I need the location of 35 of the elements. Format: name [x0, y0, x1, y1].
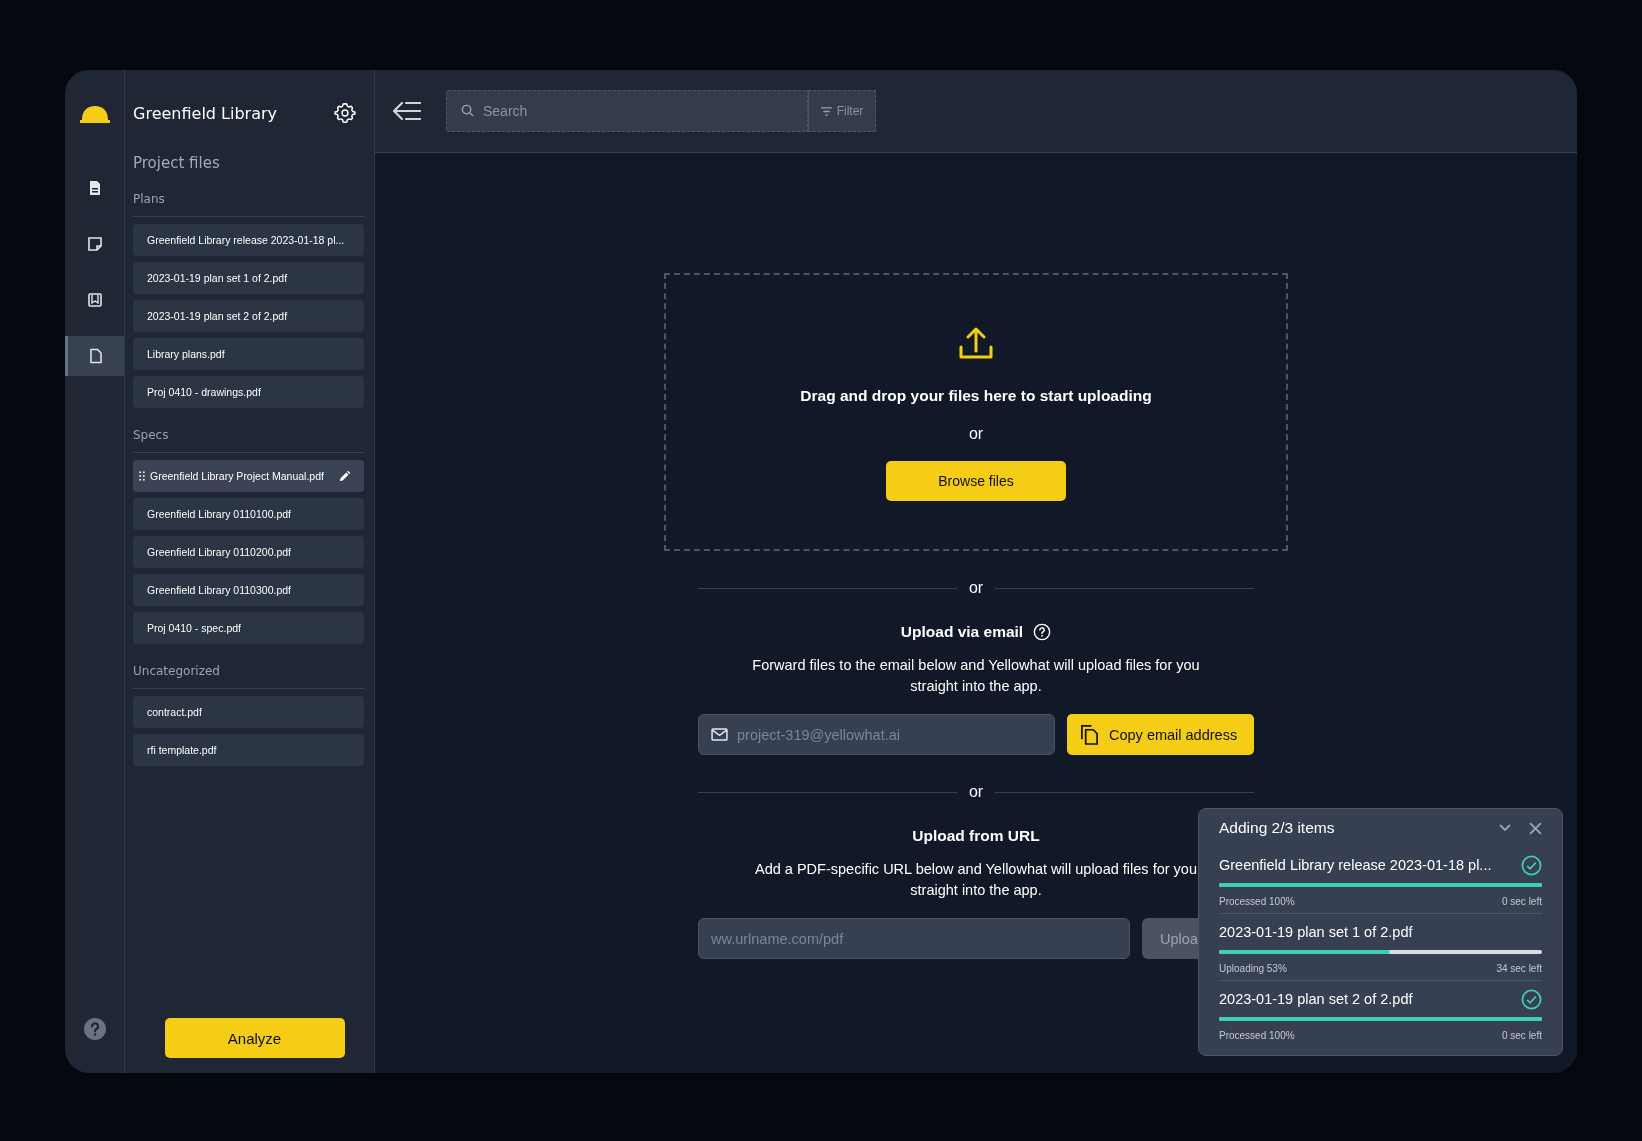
file-name: Proj 0410 - spec.pdf — [147, 622, 242, 634]
file-name: 2023-01-19 plan set 1 of 2.pdf — [147, 272, 289, 284]
or-separator: or — [968, 579, 984, 597]
file-name: Library plans.pdf — [147, 348, 226, 360]
group-title: Specs — [133, 428, 364, 453]
file-name: Greenfield Library Project Manual.pdf — [150, 470, 325, 482]
status-text: Processed 100% — [1219, 896, 1295, 907]
file-name: Greenfield Library 0110100.pdf — [147, 508, 292, 520]
file-name: Greenfield Library 0110300.pdf — [147, 584, 292, 596]
file-name: Greenfield Library release 2023-01-18 pl... — [147, 234, 346, 246]
or-text: or — [968, 425, 984, 443]
section-title: Upload via email — [900, 623, 1024, 641]
group-title: Uncategorized — [133, 664, 364, 689]
or-separator: or — [968, 783, 984, 801]
panel-title: Adding 2/3 items — [1219, 819, 1336, 837]
file-name: Greenfield Library release 2023-01-18 pl... — [1219, 857, 1492, 873]
file-name: contract.pdf — [147, 706, 203, 718]
description-text: Forward files to the email below and Yellowhat will upload files for you straight into the app. — [751, 656, 1201, 696]
section-title: Upload from URL — [912, 827, 1040, 845]
file-name: Greenfield Library 0110200.pdf — [147, 546, 292, 558]
file-name: rfi template.pdf — [147, 744, 218, 756]
group-title: Plans — [133, 192, 364, 217]
section-heading: Project files — [133, 154, 221, 172]
file-name: 2023-01-19 plan set 2 of 2.pdf — [147, 310, 289, 322]
time-left-text: 0 sec left — [1501, 896, 1542, 907]
project-title: Greenfield Library — [133, 103, 277, 123]
description-text: Add a PDF-specific URL below and Yellowhat will upload files for you straight into the app. — [754, 860, 1198, 900]
status-text: Processed 100% — [1219, 1030, 1295, 1041]
file-name: Proj 0410 - drawings.pdf — [147, 386, 262, 398]
time-left-text: 0 sec left — [1501, 1030, 1542, 1041]
file-name: 2023-01-19 plan set 2 of 2.pdf — [1219, 991, 1413, 1007]
time-left-text: 34 sec left — [1496, 963, 1542, 974]
file-name: 2023-01-19 plan set 1 of 2.pdf — [1219, 924, 1413, 940]
drop-zone-title: Drag and drop your files here to start uploading — [800, 387, 1152, 405]
status-text: Uploading 53% — [1219, 963, 1287, 974]
